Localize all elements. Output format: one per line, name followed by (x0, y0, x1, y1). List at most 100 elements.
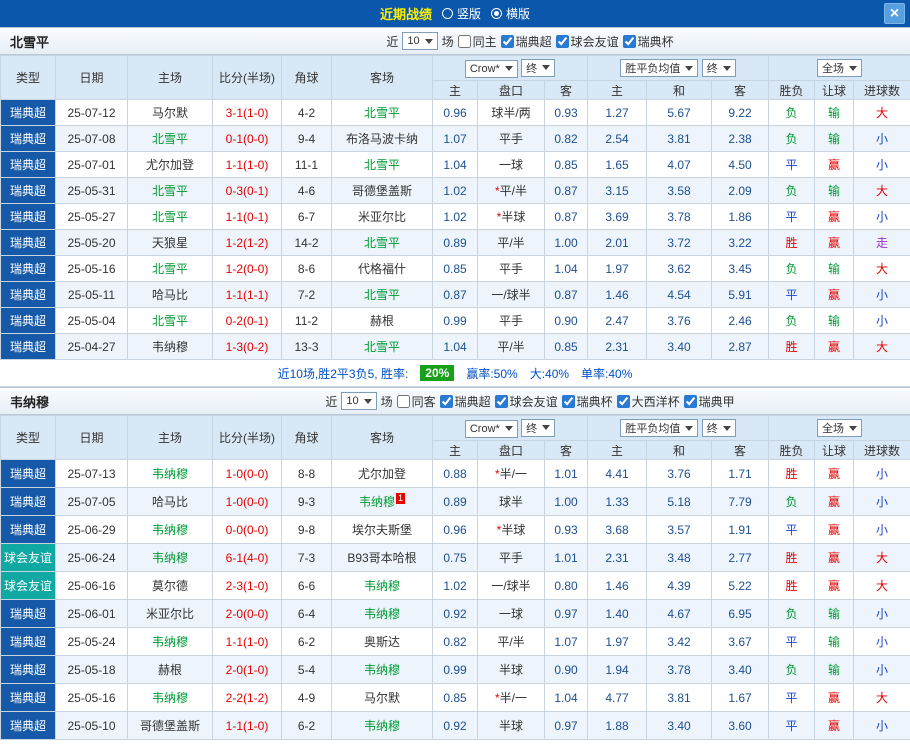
league-filter[interactable]: 瑞典超 (500, 33, 552, 50)
match-row: 瑞典超 25-05-20 天狼星 1-2(1-2) 14-2 北雪平 0.89 平/半 1.00… (0, 229, 910, 256)
match-scope-select[interactable]: 全场 (817, 59, 863, 77)
score-cell: 2-3(1-0) (212, 571, 282, 600)
league-filter[interactable]: 瑞典超 (439, 393, 491, 410)
bookmaker-select[interactable]: Crow* (464, 59, 518, 78)
avg-draw-odds-cell: 3.78 (646, 655, 713, 684)
handicap-cell: 一球 (477, 151, 545, 178)
away-team-cell: 韦纳穆 1 (331, 487, 433, 516)
recent-results-dialog: 近期战绩 竖版 横版 × 北雪平 近 10 场 同主 瑞典超 球会友谊 瑞典杯 … (0, 0, 910, 740)
handicap-home-odds-cell: 0.92 (432, 711, 478, 740)
handicap-away-odds-cell: 0.90 (543, 655, 589, 684)
final-odds-select[interactable]: 终 (521, 418, 556, 437)
handicap-cell: 平手 (477, 125, 545, 152)
bookmaker-select[interactable]: Crow* (464, 419, 518, 438)
league-filter[interactable]: 球会友谊 (494, 393, 558, 410)
handicap-away-odds-cell: 0.93 (543, 99, 589, 126)
league-checkbox[interactable] (494, 394, 508, 408)
handicap-away-odds-cell: 1.04 (543, 255, 589, 282)
league-label: 大西洋杯 (631, 394, 680, 409)
handicap-cell: 平手 (477, 255, 545, 282)
league-filter[interactable]: 大西洋杯 (616, 393, 680, 410)
handicap-cell: 球半/两 (477, 99, 545, 126)
result-cell: 平 (768, 151, 816, 178)
league-checkbox[interactable] (683, 394, 697, 408)
match-scope-select[interactable]: 全场 (817, 419, 863, 437)
league-checkbox[interactable] (555, 34, 569, 48)
date-cell: 25-06-24 (55, 543, 128, 572)
handicap-star: * (494, 467, 500, 481)
handicap-cell: *半/一 (477, 683, 545, 712)
league-label: 瑞典杯 (576, 394, 613, 409)
final-avg-select[interactable]: 终 (701, 419, 736, 437)
same-venue-filter[interactable]: 同主 (457, 33, 497, 50)
league-filter[interactable]: 瑞典杯 (622, 33, 674, 50)
layout-horizontal-radio[interactable]: 横版 (491, 5, 530, 22)
corner-cell: 6-4 (281, 599, 332, 628)
goals-cell: 小 (853, 125, 910, 152)
match-row: 瑞典超 25-05-27 北雪平 1-1(0-1) 6-7 米亚尔比 1.02 *半球 0.87… (0, 203, 910, 230)
avg-draw-odds-cell: 3.40 (646, 711, 713, 740)
league-filter[interactable]: 球会友谊 (555, 33, 619, 50)
final-avg-select[interactable]: 终 (701, 59, 736, 77)
chevron-down-icon (363, 398, 372, 404)
chevron-down-icon (504, 66, 513, 71)
match-row: 瑞典超 25-06-29 韦纳穆 0-0(0-0) 9-8 埃尔夫斯堡 0.96 *半球 0.9… (0, 515, 910, 544)
match-row: 瑞典超 25-05-18 赫根 2-0(1-0) 5-4 韦纳穆 0.99 半球 0.90 1.9… (0, 655, 910, 684)
league-checkbox[interactable] (616, 394, 630, 408)
avg-away-odds-cell: 1.86 (711, 203, 770, 230)
avg-home-odds-cell: 1.40 (587, 599, 648, 628)
match-row: 瑞典超 25-07-01 尤尔加登 1-1(1-0) 11-1 北雪平 1.04 一球 0.85… (0, 151, 910, 178)
goals-cell: 大 (853, 683, 910, 712)
final-odds-select[interactable]: 终 (521, 58, 556, 77)
home-team-cell: 哈马比 (127, 281, 213, 308)
away-team-cell: 米亚尔比 (331, 203, 433, 230)
date-cell: 25-05-11 (55, 281, 128, 308)
league-checkbox[interactable] (622, 34, 636, 48)
type-cell: 瑞典超 (0, 655, 56, 684)
result-cell: 负 (768, 99, 816, 126)
handicap-home-odds-cell: 0.89 (432, 229, 478, 256)
dialog-title: 近期战绩 (379, 7, 432, 22)
handicap-cell: 一/球半 (477, 281, 545, 308)
avg-home-odds-cell: 2.54 (587, 125, 648, 152)
goals-cell: 小 (853, 459, 910, 488)
home-team-cell: 韦纳穆 (127, 333, 213, 360)
league-filter[interactable]: 瑞典甲 (683, 393, 735, 410)
match-row: 瑞典超 25-04-27 韦纳穆 1-3(0-2) 13-3 北雪平 1.04 平/半 0.85… (0, 333, 910, 360)
league-checkbox[interactable] (500, 34, 514, 48)
match-row: 瑞典超 25-07-05 哈马比 1-0(0-0) 9-3 韦纳穆 1 0.89 球半 1.00 1… (0, 487, 910, 516)
same-venue-checkbox[interactable] (457, 34, 471, 48)
match-count-select[interactable]: 10 (402, 32, 438, 50)
same-venue-checkbox[interactable] (396, 394, 410, 408)
home-team-cell: 韦纳穆 (127, 543, 213, 572)
handicap-star: * (494, 184, 500, 198)
league-checkbox[interactable] (439, 394, 453, 408)
col-avg-home: 主 (587, 80, 648, 100)
same-venue-filter[interactable]: 同客 (396, 393, 436, 410)
avg-odds-select[interactable]: 胜平负均值 (620, 419, 699, 437)
score-cell: 0-1(0-0) (212, 125, 282, 152)
away-team-cell: 北雪平 (331, 229, 433, 256)
date-cell: 25-07-01 (55, 151, 128, 178)
avg-home-odds-cell: 1.33 (587, 487, 648, 516)
match-count-select[interactable]: 10 (341, 392, 377, 410)
avg-odds-group: 胜平负均值 终 (587, 55, 770, 81)
handicap-result-cell: 输 (814, 99, 855, 126)
layout-vertical-radio[interactable]: 竖版 (441, 5, 481, 22)
close-button[interactable]: × (884, 3, 905, 24)
score-cell: 1-0(0-0) (212, 487, 282, 516)
league-filter[interactable]: 瑞典杯 (561, 393, 613, 410)
corner-cell: 7-3 (281, 543, 332, 572)
handicap-home-odds-cell: 0.75 (432, 543, 478, 572)
score-cell: 1-2(1-2) (212, 229, 282, 256)
result-cell: 平 (768, 711, 816, 740)
avg-draw-odds-cell: 3.72 (646, 229, 713, 256)
avg-odds-select[interactable]: 胜平负均值 (620, 59, 699, 77)
score-cell: 0-2(0-1) (212, 307, 282, 334)
league-checkbox[interactable] (561, 394, 575, 408)
result-cell: 负 (768, 655, 816, 684)
avg-draw-odds-cell: 3.57 (646, 515, 713, 544)
radio-icon (441, 8, 453, 19)
away-team-cell: 北雪平 (331, 99, 433, 126)
score-cell: 2-2(1-2) (212, 683, 282, 712)
